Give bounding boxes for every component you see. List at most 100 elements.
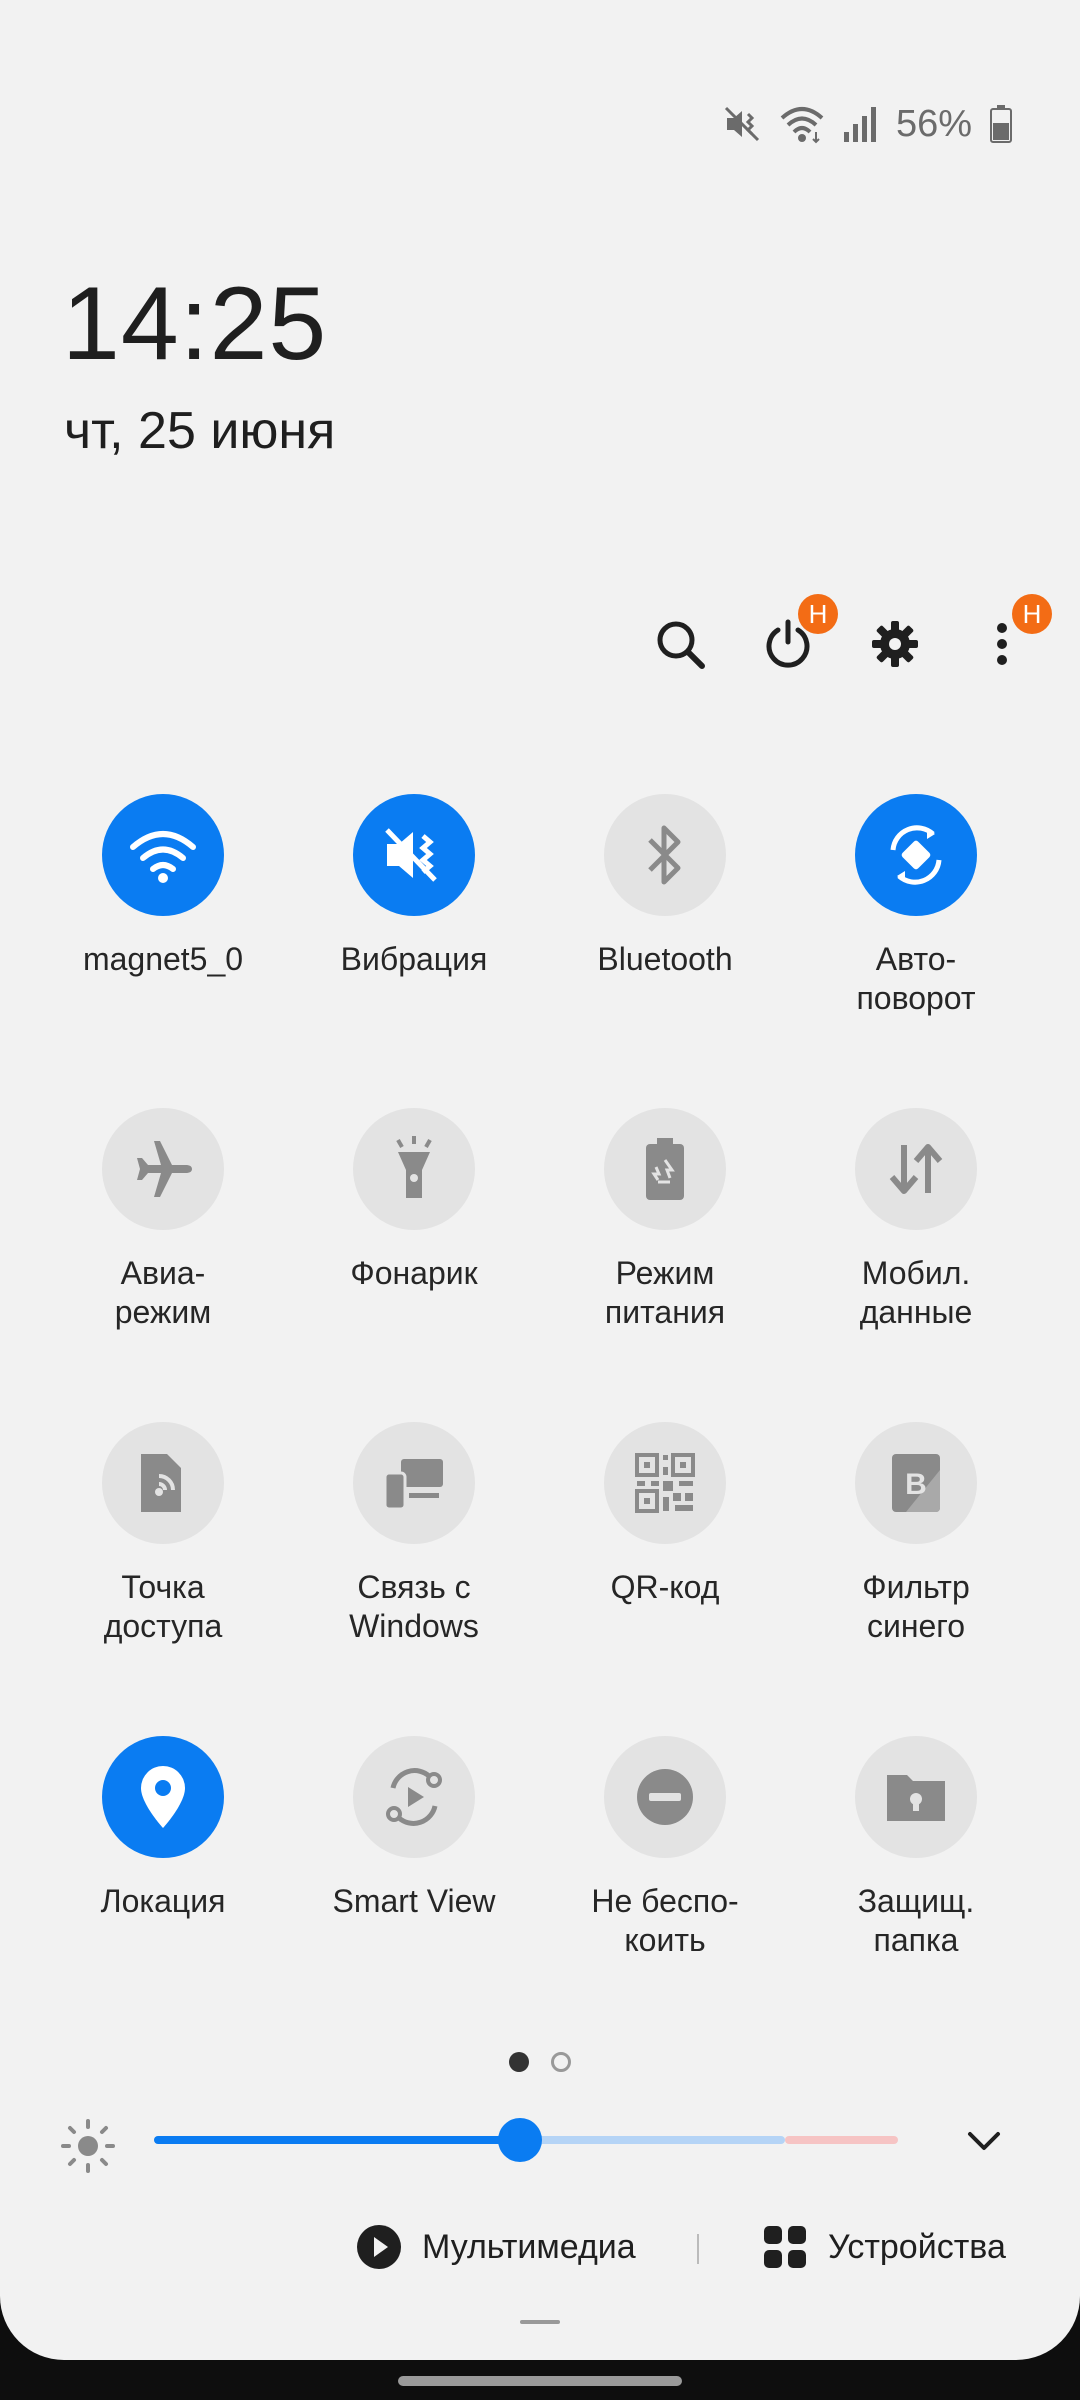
page-dot-2[interactable] [551, 2052, 571, 2072]
tile-power-mode-toggle[interactable] [604, 1108, 726, 1230]
link-windows-icon [383, 1459, 443, 1511]
vibrate-icon [385, 828, 437, 882]
power-mode-icon [646, 1138, 684, 1200]
tile-link-windows[interactable]: Связь с Windows [289, 1422, 539, 1646]
tile-location-label: Локация [100, 1883, 226, 1919]
brightness-track-rest [520, 2136, 785, 2144]
power-button[interactable]: H [748, 594, 838, 684]
tile-hotspot[interactable]: Точка доступа [38, 1422, 288, 1646]
tile-mobile-data[interactable]: Мобил. данные [791, 1108, 1041, 1332]
page-indicator [0, 2052, 1080, 2072]
mobile-data-icon [889, 1144, 943, 1194]
devices-label: Устройства [828, 2227, 1006, 2266]
hotspot-icon [141, 1454, 181, 1512]
tile-qr-code-toggle[interactable] [604, 1422, 726, 1544]
brightness-thumb[interactable] [498, 2118, 542, 2162]
wifi-status-icon [780, 104, 824, 144]
tile-secure-folder-toggle[interactable] [855, 1736, 977, 1858]
tile-airplane-label: Авиа- режим [114, 1255, 212, 1330]
power-badge: H [798, 594, 838, 634]
tile-auto-rotate-toggle[interactable] [855, 794, 977, 916]
tile-hotspot-toggle[interactable] [102, 1422, 224, 1544]
tile-auto-rotate[interactable]: Авто- поворот [791, 794, 1041, 1018]
tile-vibrate-label: Вибрация [340, 941, 488, 977]
battery-percent: 56% [895, 102, 972, 145]
tile-do-not-disturb-toggle[interactable] [604, 1736, 726, 1858]
battery-icon [990, 105, 1012, 143]
brightness-slider[interactable] [0, 2110, 1080, 2173]
navigation-gesture-bar[interactable] [398, 2376, 682, 2386]
wifi-icon [130, 831, 196, 883]
quick-panel: 56% 14:25 чт, 25 июня H H magnet5_0 Вибр… [0, 0, 1080, 2360]
tile-qr-code-label: QR-код [610, 1569, 720, 1605]
signal-icon [842, 104, 878, 144]
blue-filter-icon: B [892, 1454, 940, 1512]
devices-icon [764, 2226, 806, 2268]
flashlight-icon [396, 1136, 432, 1198]
tile-do-not-disturb[interactable]: Не беспо- коить [540, 1736, 790, 1960]
gear-icon [872, 621, 918, 667]
bluetooth-icon [648, 825, 681, 885]
more-options-button[interactable]: H [962, 594, 1052, 684]
tile-blue-filter-toggle[interactable]: B [855, 1422, 977, 1544]
tile-flashlight-label: Фонарик [350, 1255, 478, 1291]
tile-bluetooth[interactable]: Bluetooth [540, 794, 790, 979]
tile-bluetooth-label: Bluetooth [597, 941, 733, 977]
smart-view-icon [386, 1768, 442, 1826]
tile-link-windows-toggle[interactable] [353, 1422, 475, 1544]
tile-wifi-toggle[interactable] [102, 794, 224, 916]
vibrate-status-icon [722, 104, 762, 144]
tile-mobile-data-label: Мобил. данные [859, 1255, 973, 1330]
search-button[interactable] [640, 604, 720, 684]
tile-bluetooth-toggle[interactable] [604, 794, 726, 916]
brightness-sun-icon [60, 2118, 116, 2179]
expand-chevron-button[interactable] [962, 2120, 1006, 2165]
tile-vibrate-toggle[interactable] [353, 794, 475, 916]
tile-qr-code[interactable]: QR-код [540, 1422, 790, 1607]
page-dot-1[interactable] [509, 2052, 529, 2072]
media-button[interactable]: Мультимедиа [356, 2224, 636, 2270]
location-icon [141, 1766, 185, 1828]
tile-power-mode[interactable]: Режим питания [540, 1108, 790, 1332]
tile-hotspot-label: Точка доступа [103, 1569, 223, 1644]
tile-airplane[interactable]: Авиа- режим [38, 1108, 288, 1332]
clock-time: 14:25 [62, 266, 328, 382]
devices-button[interactable]: Устройства [762, 2224, 1006, 2270]
tile-location[interactable]: Локация [38, 1736, 288, 1921]
brightness-track-fill [154, 2136, 520, 2144]
qr-code-icon [635, 1453, 695, 1513]
tile-wifi-label: magnet5_0 [82, 941, 244, 977]
quick-actions: H H [0, 594, 1080, 684]
tile-smart-view-label: Smart View [332, 1883, 496, 1919]
auto-rotate-icon [890, 825, 942, 885]
tile-secure-folder-label: Защищ. папка [857, 1883, 975, 1958]
settings-button[interactable] [855, 604, 935, 684]
search-icon [657, 621, 705, 669]
chevron-down-icon [968, 2132, 1000, 2150]
play-circle-icon [357, 2225, 401, 2269]
tile-vibrate[interactable]: Вибрация [289, 794, 539, 979]
do-not-disturb-icon [637, 1769, 693, 1825]
bottom-buttons: Мультимедиа Устройства [0, 2220, 1080, 2280]
tile-smart-view-toggle[interactable] [353, 1736, 475, 1858]
tile-flashlight-toggle[interactable] [353, 1108, 475, 1230]
tile-do-not-disturb-label: Не беспо- коить [591, 1883, 739, 1958]
tile-mobile-data-toggle[interactable] [855, 1108, 977, 1230]
tile-location-toggle[interactable] [102, 1736, 224, 1858]
tile-wifi[interactable]: magnet5_0 [38, 794, 288, 979]
status-bar: 56% [722, 96, 1012, 152]
tile-blue-filter-label: Фильтр синего [862, 1569, 970, 1644]
more-badge: H [1012, 594, 1052, 634]
bottom-divider [697, 2234, 699, 2264]
media-label: Мультимедиа [422, 2227, 636, 2266]
tile-blue-filter[interactable]: B Фильтр синего [791, 1422, 1041, 1646]
tile-auto-rotate-label: Авто- поворот [856, 941, 976, 1016]
brightness-track-warm [785, 2136, 898, 2144]
tile-flashlight[interactable]: Фонарик [289, 1108, 539, 1293]
clock-date: чт, 25 июня [64, 402, 336, 460]
tile-smart-view[interactable]: Smart View [289, 1736, 539, 1921]
tile-link-windows-label: Связь с Windows [349, 1569, 479, 1644]
tile-secure-folder[interactable]: Защищ. папка [791, 1736, 1041, 1960]
panel-drag-handle[interactable] [520, 2320, 560, 2324]
tile-airplane-toggle[interactable] [102, 1108, 224, 1230]
